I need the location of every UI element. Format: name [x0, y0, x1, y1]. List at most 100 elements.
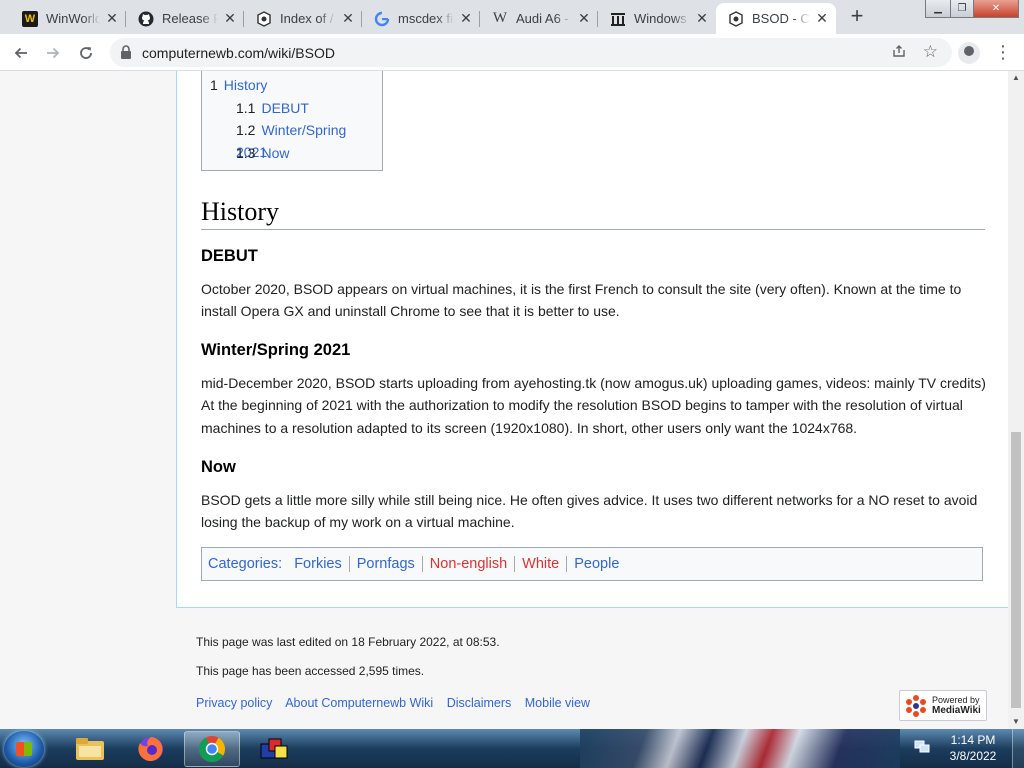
profile-avatar[interactable]	[958, 42, 980, 64]
address-bar[interactable]: computernewb.com/wiki/BSOD ☆	[110, 38, 952, 67]
powered-by-mediawiki-badge[interactable]: Powered by MediaWiki	[899, 690, 987, 721]
toc-number: 1.1	[236, 99, 256, 116]
windows-taskbar	[0, 729, 1024, 768]
taskbar-firefox[interactable]	[123, 731, 179, 767]
toc-number: 1	[210, 77, 218, 93]
close-icon[interactable]: ✕	[340, 10, 356, 27]
tab-mscdex[interactable]: mscdex fil ✕	[362, 3, 480, 34]
winworld-icon: W	[22, 10, 38, 27]
mediawiki-flower-icon	[906, 694, 926, 717]
vertical-scrollbar[interactable]: ▲ ▼	[1008, 71, 1024, 729]
taskbar-explorer[interactable]	[62, 731, 118, 767]
tab-title: Index of /	[280, 11, 334, 26]
menu-kebab-icon[interactable]: ⋮	[994, 42, 1012, 62]
privacy-policy-link[interactable]: Privacy policy	[196, 696, 272, 710]
close-icon[interactable]: ✕	[222, 10, 238, 27]
toc-item-winter-spring[interactable]: 1.2 Winter/Spring 2021	[210, 119, 374, 160]
last-edited-text: This page was last edited on 18 February…	[196, 635, 500, 649]
taskbar-chrome[interactable]	[184, 731, 240, 767]
system-clock[interactable]: 1:14 PM 3/8/2022	[944, 732, 1002, 764]
google-icon	[374, 11, 390, 27]
tab-title: BSOD - Co	[752, 11, 810, 26]
close-icon[interactable]: ✕	[104, 10, 120, 27]
category-non-english[interactable]: Non-english	[421, 556, 514, 572]
close-icon[interactable]: ✕	[576, 10, 592, 27]
close-icon[interactable]: ✕	[814, 10, 830, 27]
toc-number: 1.2	[236, 122, 256, 138]
minimize-button[interactable]: ▁	[925, 0, 951, 18]
explorer-icon	[76, 738, 104, 760]
tab-audi-a6[interactable]: W Audi A6 - ✕	[480, 3, 598, 34]
tab-title: WinWorldPC	[46, 11, 100, 26]
access-count-text: This page has been accessed 2,595 times.	[196, 664, 425, 678]
tab-title: Audi A6 -	[516, 11, 569, 26]
lock-icon[interactable]	[120, 45, 132, 59]
computernewb-icon	[728, 10, 744, 27]
toc-item-debut[interactable]: 1.1 DEBUT	[210, 97, 374, 120]
article-content: 1 History 1.1 DEBUT 1.2 Winter/Spring 2021 …	[176, 71, 1008, 608]
arrow-left-icon	[14, 47, 27, 59]
archive-icon	[610, 11, 626, 27]
scrollbar-thumb[interactable]	[1011, 432, 1021, 708]
vm-app-icon	[260, 738, 288, 759]
tab-index-of[interactable]: Index of / ✕	[244, 3, 362, 34]
paragraph-debut: October 2020, BSOD appears on virtual ma…	[201, 281, 962, 320]
tab-title: mscdex fil	[398, 11, 454, 26]
category-pornfags[interactable]: Pornfags	[348, 556, 422, 572]
about-link[interactable]: About Computernewb Wiki	[285, 696, 433, 710]
browser-toolbar: computernewb.com/wiki/BSOD ☆ ⋮	[0, 34, 1024, 71]
categories-label[interactable]: Categories:	[208, 556, 282, 572]
show-desktop-button[interactable]	[1012, 729, 1024, 768]
tab-github-release[interactable]: Release Pr ✕	[126, 3, 244, 34]
scroll-up-arrow-icon[interactable]: ▲	[1008, 71, 1024, 85]
powered-by-text: Powered by MediaWiki	[932, 695, 981, 716]
network-icon[interactable]	[914, 740, 930, 754]
subsection-heading-winter-spring: Winter/Spring 2021	[201, 341, 351, 359]
bookmark-star-icon[interactable]: ☆	[923, 42, 938, 62]
tab-bsod[interactable]: BSOD - Co ✕	[716, 3, 836, 34]
category-links: Categories: Forkies Pornfags Non-english Wh…	[201, 547, 983, 581]
category-forkies[interactable]: Forkies	[286, 556, 349, 572]
category-white[interactable]: White	[514, 556, 566, 572]
arrow-right-icon	[47, 47, 60, 59]
clock-time: 1:14 PM	[950, 733, 996, 747]
start-button[interactable]	[4, 731, 44, 767]
subsection-heading-now: Now	[201, 458, 236, 476]
mediawiki-label: MediaWiki	[932, 705, 981, 716]
reload-button[interactable]	[73, 40, 99, 66]
toc-item-now[interactable]: 1.3 Now	[210, 142, 374, 165]
toc-link[interactable]: DEBUT	[261, 100, 308, 116]
toc-item-history[interactable]: 1 History	[210, 74, 374, 97]
firefox-icon	[138, 737, 163, 761]
forward-button[interactable]	[40, 40, 66, 66]
new-tab-button[interactable]: +	[843, 5, 871, 29]
tab-windows[interactable]: Windows ✕	[598, 3, 716, 34]
taskbar-vm-app[interactable]	[246, 731, 302, 767]
github-icon	[138, 11, 154, 27]
tab-strip: W WinWorldPC ✕ Release Pr ✕ Index of / ✕…	[0, 0, 1024, 34]
toc-link[interactable]: History	[224, 77, 268, 93]
toc-link[interactable]: Now	[261, 145, 289, 161]
powered-by-line: Powered by	[932, 695, 980, 705]
close-icon[interactable]: ✕	[458, 10, 474, 27]
page-viewport: 1 History 1.1 DEBUT 1.2 Winter/Spring 2021 …	[0, 71, 1008, 729]
tab-title: Windows	[634, 11, 687, 26]
tab-title: Release Pr	[162, 11, 218, 26]
section-heading-history: History	[201, 197, 985, 230]
back-button[interactable]	[8, 40, 34, 66]
computernewb-icon	[256, 10, 272, 27]
maximize-button[interactable]: ❐	[950, 0, 974, 18]
disclaimers-link[interactable]: Disclaimers	[447, 696, 512, 710]
categories-label-text[interactable]: Categories	[208, 556, 278, 572]
table-of-contents: 1 History 1.1 DEBUT 1.2 Winter/Spring 2021 …	[201, 71, 383, 171]
mobile-view-link[interactable]: Mobile view	[525, 696, 590, 710]
scroll-down-arrow-icon[interactable]: ▼	[1008, 715, 1024, 729]
subsection-heading-debut: DEBUT	[201, 247, 258, 265]
category-people[interactable]: People	[566, 556, 626, 572]
url-text[interactable]: computernewb.com/wiki/BSOD	[142, 45, 335, 61]
share-icon[interactable]	[892, 44, 906, 61]
close-icon[interactable]: ✕	[694, 10, 710, 27]
close-window-button[interactable]: ✕	[973, 0, 1019, 18]
wallpaper-strip	[580, 729, 900, 768]
tab-winworld[interactable]: W WinWorldPC ✕	[10, 3, 126, 34]
